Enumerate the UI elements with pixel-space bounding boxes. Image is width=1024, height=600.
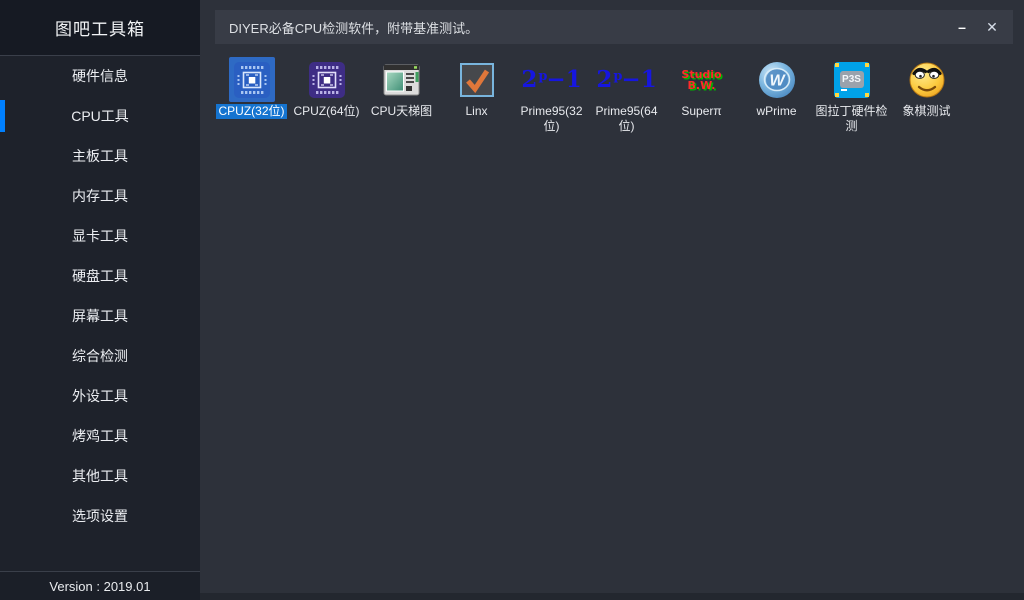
smiley-face-icon bbox=[908, 61, 946, 99]
sidebar-item-label: 烤鸡工具 bbox=[72, 426, 128, 446]
app-window: 图吧工具箱 硬件信息 CPU工具 主板工具 内存工具 显卡工具 bbox=[0, 0, 1024, 600]
close-icon: ✕ bbox=[986, 19, 998, 36]
p3s-square-icon: P3S bbox=[834, 62, 870, 98]
bottom-strip bbox=[200, 593, 1024, 600]
sidebar-item-cpu-tools[interactable]: CPU工具 bbox=[0, 96, 200, 136]
sidebar-item-label: 其他工具 bbox=[72, 466, 128, 486]
sidebar-item-comprehensive-test[interactable]: 综合检测 bbox=[0, 336, 200, 376]
sidebar-item-screen-tools[interactable]: 屏幕工具 bbox=[0, 296, 200, 336]
minimize-icon: – bbox=[958, 19, 966, 35]
tool-linx[interactable]: Linx bbox=[439, 57, 514, 134]
sidebar-item-label: CPU工具 bbox=[71, 106, 129, 126]
tool-label: 象棋测试 bbox=[902, 104, 950, 119]
mersenne-formula-icon: 2p−1 bbox=[521, 68, 581, 91]
sidebar-item-disk-tools[interactable]: 硬盘工具 bbox=[0, 256, 200, 296]
tool-cpuz-32[interactable]: CPUZ(32位) bbox=[214, 57, 289, 134]
sidebar-item-stress-tools[interactable]: 烤鸡工具 bbox=[0, 416, 200, 456]
sidebar-item-label: 选项设置 bbox=[72, 506, 128, 526]
sidebar-item-motherboard-tools[interactable]: 主板工具 bbox=[0, 136, 200, 176]
minimize-button[interactable]: – bbox=[947, 10, 977, 44]
checkbox-check-icon bbox=[460, 63, 494, 97]
tool-label: wPrime bbox=[756, 104, 796, 119]
tool-prime95-32[interactable]: 2p−1 Prime95(32位) bbox=[514, 57, 589, 134]
sidebar-item-label: 屏幕工具 bbox=[72, 306, 128, 326]
sidebar-item-label: 硬件信息 bbox=[72, 66, 128, 86]
tool-superpi[interactable]: Studio B.W. Superπ bbox=[664, 57, 739, 134]
tool-grid: CPUZ(32位) bbox=[214, 57, 964, 134]
sidebar-item-label: 综合检测 bbox=[72, 346, 128, 366]
message-bar: DIYER必备CPU检测软件，附带基准测试。 – ✕ bbox=[215, 10, 1013, 44]
studio-bw-text-icon: Studio B.W. bbox=[681, 69, 721, 91]
sidebar-item-hardware-info[interactable]: 硬件信息 bbox=[0, 56, 200, 96]
tool-label: Prime95(64位) bbox=[591, 104, 663, 134]
tool-prime95-64[interactable]: 2p−1 Prime95(64位) bbox=[589, 57, 664, 134]
tool-tularin-hardware-check[interactable]: P3S 图拉丁硬件检测 bbox=[814, 57, 889, 134]
tool-wprime[interactable]: W wPrime bbox=[739, 57, 814, 134]
sidebar-item-memory-tools[interactable]: 内存工具 bbox=[0, 176, 200, 216]
tool-label: Superπ bbox=[681, 104, 721, 119]
sidebar-item-label: 硬盘工具 bbox=[72, 266, 128, 286]
close-button[interactable]: ✕ bbox=[977, 10, 1007, 44]
svg-text:W: W bbox=[769, 72, 786, 89]
tool-cpuz-64[interactable]: CPUZ(64位) bbox=[289, 57, 364, 134]
w-sphere-icon: W bbox=[757, 60, 797, 100]
cpu-chip-purple-icon bbox=[309, 62, 345, 98]
active-indicator bbox=[0, 100, 5, 132]
sidebar-item-label: 外设工具 bbox=[72, 386, 128, 406]
sidebar-item-label: 显卡工具 bbox=[72, 226, 128, 246]
message-text: DIYER必备CPU检测软件，附带基准测试。 bbox=[229, 18, 478, 37]
sidebar-item-peripheral-tools[interactable]: 外设工具 bbox=[0, 376, 200, 416]
tool-cpu-ladder-chart[interactable]: CPU天梯图 bbox=[364, 57, 439, 134]
tool-label: CPUZ(64位) bbox=[293, 104, 359, 119]
mersenne-formula-icon: 2p−1 bbox=[596, 68, 656, 91]
tool-label: CPUZ(32位) bbox=[216, 104, 286, 119]
sidebar-item-label: 内存工具 bbox=[72, 186, 128, 206]
tool-label: Prime95(32位) bbox=[516, 104, 588, 134]
window-chart-icon bbox=[383, 63, 421, 97]
app-title: 图吧工具箱 bbox=[0, 0, 200, 56]
tool-label: Linx bbox=[465, 104, 487, 119]
sidebar-menu: 硬件信息 CPU工具 主板工具 内存工具 显卡工具 硬盘工具 bbox=[0, 56, 200, 536]
tool-label: CPU天梯图 bbox=[371, 104, 432, 119]
main-panel: DIYER必备CPU检测软件，附带基准测试。 – ✕ bbox=[200, 0, 1024, 600]
sidebar-item-gpu-tools[interactable]: 显卡工具 bbox=[0, 216, 200, 256]
sidebar-item-other-tools[interactable]: 其他工具 bbox=[0, 456, 200, 496]
tool-label: 图拉丁硬件检测 bbox=[816, 104, 888, 134]
sidebar: 图吧工具箱 硬件信息 CPU工具 主板工具 内存工具 显卡工具 bbox=[0, 0, 200, 600]
tool-chess-test[interactable]: 象棋测试 bbox=[889, 57, 964, 134]
sidebar-item-settings[interactable]: 选项设置 bbox=[0, 496, 200, 536]
version-label: Version : 2019.01 bbox=[0, 571, 200, 600]
cpu-chip-blue-icon bbox=[234, 62, 270, 98]
sidebar-item-label: 主板工具 bbox=[72, 146, 128, 166]
